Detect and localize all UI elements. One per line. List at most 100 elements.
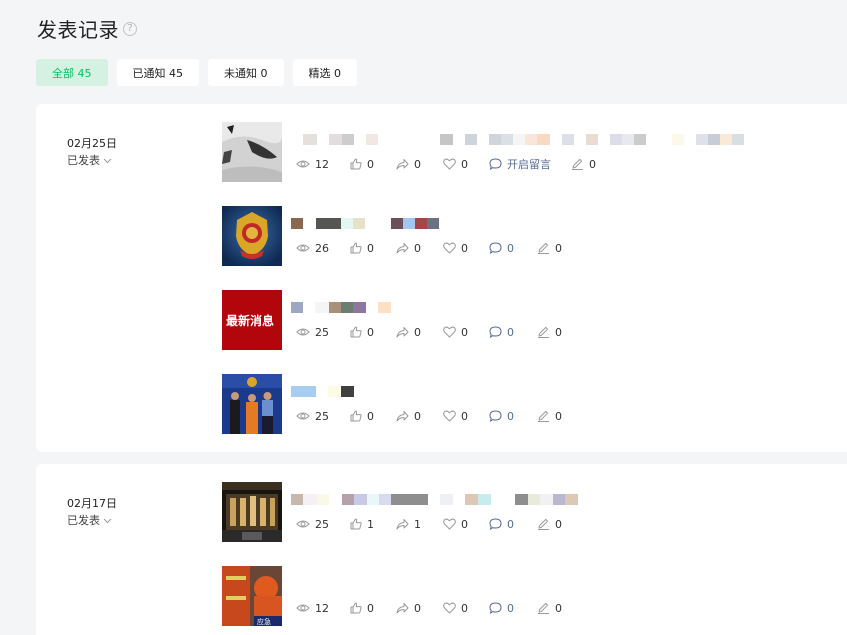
likes-stat: 0	[350, 326, 374, 339]
tab-featured[interactable]: 精选 0	[292, 59, 357, 86]
edit-count: 0	[555, 409, 562, 423]
views-stat: 26	[296, 242, 329, 255]
wow-count: 0	[461, 325, 468, 339]
edit-stat: 0	[537, 518, 562, 531]
wow-stat: 0	[443, 518, 468, 531]
wow-count: 0	[461, 241, 468, 255]
likes-stat: 0	[350, 158, 374, 171]
comments-stat[interactable]: 开启留言	[489, 156, 551, 172]
wow-stat: 0	[443, 326, 468, 339]
edit-stat: 0	[537, 326, 562, 339]
heart-icon	[443, 242, 456, 254]
shares-count: 0	[414, 325, 421, 339]
shares-stat: 0	[396, 326, 421, 339]
shares-stat: 0	[396, 158, 421, 171]
likes-count: 0	[367, 241, 374, 255]
group-date: 02月25日	[67, 137, 117, 150]
pen-icon	[538, 242, 549, 254]
likes-count: 1	[367, 517, 374, 531]
pen-icon	[538, 326, 549, 338]
eye-icon	[296, 328, 310, 336]
ink-painting-thumb[interactable]	[222, 122, 282, 182]
help-icon[interactable]: ?	[123, 21, 137, 36]
post-item[interactable]: 应急 12 0 0 0 0 0	[222, 566, 842, 626]
tab-all[interactable]: 全部 45	[36, 59, 108, 86]
date-column: 02月17日 已发表	[67, 496, 117, 529]
rescue-team-thumb[interactable]: 应急	[222, 566, 282, 626]
enable-comments-link[interactable]: 开启留言	[507, 156, 551, 172]
edit-stat: 0	[571, 158, 596, 171]
post-item[interactable]: 最新消息 25 0 0 0 0 0	[222, 290, 842, 350]
edit-count: 0	[589, 157, 596, 171]
edit-stat: 0	[537, 602, 562, 615]
post-title-blurred	[291, 134, 744, 145]
share-icon	[396, 159, 409, 170]
post-title-blurred	[291, 494, 578, 505]
comments-count[interactable]: 0	[507, 326, 514, 339]
post-title-blurred	[291, 302, 391, 313]
post-title-blurred	[291, 218, 439, 229]
shares-count: 0	[414, 601, 421, 615]
police-emblem-thumb[interactable]	[222, 206, 282, 266]
comments-stat[interactable]: 0	[489, 242, 514, 255]
rescue-team-thumb-text: 应急	[257, 617, 271, 626]
post-title-blurred	[291, 386, 354, 397]
comment-icon	[489, 410, 502, 422]
comments-stat[interactable]: 0	[489, 410, 514, 423]
building-night-thumb[interactable]	[222, 482, 282, 542]
post-item[interactable]: 25 0 0 0 0 0	[222, 374, 842, 434]
likes-stat: 1	[350, 518, 374, 531]
heart-icon	[443, 410, 456, 422]
comments-stat[interactable]: 0	[489, 326, 514, 339]
edit-count: 0	[555, 325, 562, 339]
views-count: 12	[315, 601, 329, 615]
pen-icon	[538, 602, 549, 614]
group-photo-thumb[interactable]	[222, 374, 282, 434]
comments-count[interactable]: 0	[507, 602, 514, 615]
comments-stat[interactable]: 0	[489, 602, 514, 615]
status-dropdown[interactable]: 已发表	[67, 152, 117, 169]
page-title: 发表记录	[37, 18, 119, 42]
wow-stat: 0	[443, 242, 468, 255]
status-dropdown[interactable]: 已发表	[67, 512, 117, 529]
header: 发表记录 ?	[37, 14, 137, 43]
chevron-down-icon	[103, 518, 112, 523]
likes-count: 0	[367, 157, 374, 171]
latest-news-thumb[interactable]: 最新消息	[222, 290, 282, 350]
post-item[interactable]: 26 0 0 0 0 0	[222, 206, 842, 266]
comments-count[interactable]: 0	[507, 242, 514, 255]
heart-icon	[443, 518, 456, 530]
comments-count[interactable]: 0	[507, 410, 514, 423]
date-group-card: 02月17日 已发表 25 1 1 0 0 0 应急 12 0 0 0 0 0	[36, 464, 847, 635]
comment-icon	[489, 326, 502, 338]
comments-stat[interactable]: 0	[489, 518, 514, 531]
post-item[interactable]: 12 0 0 0 开启留言 0	[222, 122, 842, 182]
comment-icon	[489, 518, 502, 530]
shares-count: 0	[414, 241, 421, 255]
shares-stat: 0	[396, 410, 421, 423]
publish-records-page: 发表记录 ? 全部 45 已通知 45 未通知 0 精选 0 02月25日 已发…	[0, 0, 847, 635]
views-stat: 12	[296, 158, 329, 171]
tab-notified[interactable]: 已通知 45	[116, 59, 199, 86]
thumbs-up-icon	[350, 518, 362, 530]
post-item[interactable]: 25 1 1 0 0 0	[222, 482, 842, 542]
pen-icon	[538, 410, 549, 422]
tab-not-notified[interactable]: 未通知 0	[208, 59, 284, 86]
eye-icon	[296, 160, 310, 168]
share-icon	[396, 327, 409, 338]
pen-icon	[572, 158, 583, 170]
edit-stat: 0	[537, 410, 562, 423]
comment-icon	[489, 158, 502, 170]
eye-icon	[296, 244, 310, 252]
views-count: 12	[315, 157, 329, 171]
date-group-card: 02月25日 已发表 12 0 0 0 开启留言 0 26 0 0 0 0 0 …	[36, 104, 847, 452]
comments-count[interactable]: 0	[507, 518, 514, 531]
date-column: 02月25日 已发表	[67, 136, 117, 169]
views-stat: 25	[296, 410, 329, 423]
eye-icon	[296, 604, 310, 612]
wow-stat: 0	[443, 602, 468, 615]
share-icon	[396, 603, 409, 614]
views-count: 25	[315, 325, 329, 339]
wow-count: 0	[461, 409, 468, 423]
edit-count: 0	[555, 517, 562, 531]
